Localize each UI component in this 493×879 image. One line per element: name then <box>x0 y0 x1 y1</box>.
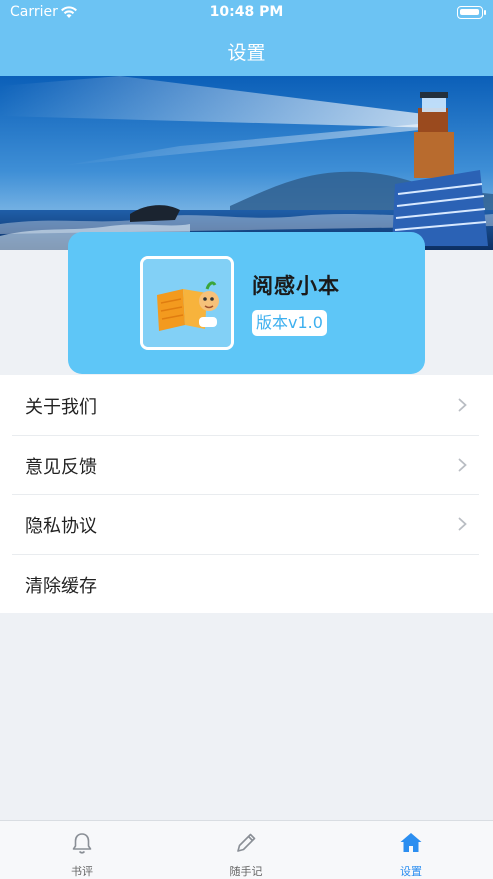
chevron-right-icon <box>458 517 467 531</box>
pencil-icon <box>237 833 256 852</box>
menu-item-feedback[interactable]: 意见反馈 <box>0 434 493 495</box>
tab-label: 设置 <box>400 865 422 878</box>
tab-label: 书评 <box>71 865 93 878</box>
menu-item-clear-cache[interactable]: 清除缓存 <box>0 553 493 614</box>
page-title: 设置 <box>227 42 266 64</box>
tab-settings[interactable]: 设置 <box>329 821 493 879</box>
menu-item-label: 意见反馈 <box>25 456 97 478</box>
bell-icon <box>72 833 92 854</box>
top-bar: Carrier 10:48 PM 设置 <box>0 0 493 76</box>
tab-notes[interactable]: 随手记 <box>164 821 328 879</box>
menu-item-about-us[interactable]: 关于我们 <box>0 375 493 435</box>
chevron-right-icon <box>458 398 467 412</box>
clock: 10:48 PM <box>209 4 284 20</box>
home-icon <box>400 833 422 852</box>
version-badge: 版本v1.0 <box>252 310 327 336</box>
banner-image <box>0 76 493 250</box>
app-logo <box>140 256 234 350</box>
menu-item-privacy-policy[interactable]: 隐私协议 <box>0 494 493 554</box>
settings-menu: 关于我们 意见反馈 隐私协议 清除缓存 <box>0 375 493 613</box>
tab-book-reviews[interactable]: 书评 <box>0 821 164 879</box>
tab-bar: 书评 随手记 设置 <box>0 820 493 879</box>
menu-item-label: 关于我们 <box>25 397 97 418</box>
battery-icon <box>457 6 486 19</box>
settings-screen: Carrier 10:48 PM 设置 阅感小本 版本v1.0 关于我们 意见反… <box>0 0 493 879</box>
menu-item-label: 隐私协议 <box>25 516 97 537</box>
menu-item-label: 清除缓存 <box>25 575 97 597</box>
tab-label: 随手记 <box>229 865 263 878</box>
app-name: 阅感小本 <box>252 274 340 298</box>
chevron-right-icon <box>458 458 467 471</box>
status-bar: Carrier 10:48 PM <box>0 0 493 26</box>
app-info-card: 阅感小本 版本v1.0 <box>68 232 425 374</box>
